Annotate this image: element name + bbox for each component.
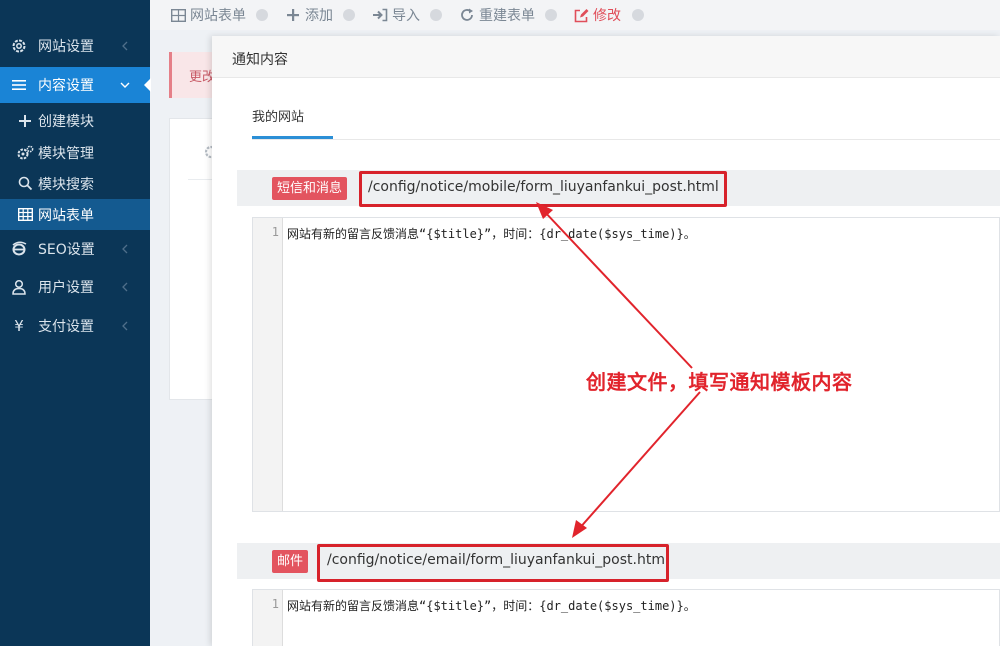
sidebar-item-label: 用户设置 (38, 280, 94, 296)
sidebar-item-label: 网站设置 (38, 39, 94, 55)
sidebar-item-label: SEO设置 (38, 242, 95, 258)
code-editor-email[interactable]: 1 网站有新的留言反馈消息“{$title}”，时间：{dr_date($sys… (252, 589, 1000, 646)
yen-icon: ¥ (14, 317, 24, 335)
toolbar-label: 修改 (593, 8, 621, 24)
plus-icon (16, 112, 34, 130)
section-badge: 邮件 (272, 550, 309, 573)
edit-button[interactable]: 修改 (573, 4, 621, 26)
rebuild-form-button[interactable]: 重建表单 (459, 4, 535, 26)
highlight-box (359, 171, 727, 207)
code-line: 网站有新的留言反馈消息“{$title}”，时间：{dr_date($sys_t… (287, 599, 696, 613)
import-button[interactable]: 导入 (372, 4, 420, 26)
dialog-header: 通知内容 (212, 36, 1000, 78)
add-button[interactable]: 添加 (285, 4, 333, 26)
code-line: 网站有新的留言反馈消息“{$title}”，时间：{dr_date($sys_t… (287, 227, 696, 241)
sidebar-subitem-create-module[interactable]: 创建模块 (0, 105, 150, 136)
table-icon (170, 7, 186, 23)
dialog-title: 通知内容 (232, 52, 288, 68)
sidebar-item-label: 内容设置 (38, 78, 94, 94)
sidebar-subitem-label: 网站表单 (38, 207, 94, 224)
line-number: 1 (271, 225, 279, 239)
ie-icon (10, 240, 28, 258)
import-icon (372, 7, 388, 23)
separator-dot (343, 9, 355, 21)
sidebar-subitem-module-manage[interactable]: 模块管理 (0, 137, 150, 168)
separator-dot (632, 9, 644, 21)
separator-dot (256, 9, 268, 21)
toolbar-label: 网站表单 (190, 8, 246, 24)
line-gutter: 1 (253, 590, 283, 646)
separator-dot (430, 9, 442, 21)
line-gutter: 1 (253, 218, 283, 511)
chevron-left-icon (122, 282, 128, 292)
sidebar-subitem-label: 模块搜索 (38, 176, 94, 193)
sidebar-subitem-module-search[interactable]: 模块搜索 (0, 168, 150, 199)
tab-site-forms[interactable]: 网站表单 (170, 4, 246, 26)
separator-dot (545, 9, 557, 21)
top-toolbar: 网站表单 添加 导入 重建表单 修改 (150, 0, 1000, 30)
chevron-left-icon (122, 41, 128, 51)
sidebar: 网站设置 内容设置 创建模块 模块管理 模块搜索 网站表单 SEO设置 用户设置… (0, 0, 151, 646)
user-icon (10, 278, 28, 296)
gear-icon (10, 37, 28, 55)
search-icon (16, 175, 34, 193)
sidebar-item-seo-settings[interactable]: SEO设置 (0, 231, 150, 267)
sidebar-item-site-settings[interactable]: 网站设置 (0, 28, 150, 64)
sidebar-subitem-label: 创建模块 (38, 113, 94, 130)
refresh-icon (459, 7, 475, 23)
highlight-box (317, 544, 669, 582)
sidebar-subitem-site-forms[interactable]: 网站表单 (0, 199, 150, 230)
sidebar-item-label: 支付设置 (38, 319, 94, 335)
annotation-label: 创建文件，填写通知模板内容 (586, 370, 853, 394)
sidebar-item-content-settings[interactable]: 内容设置 (0, 67, 151, 103)
menu-icon (10, 76, 28, 94)
sidebar-item-user-settings[interactable]: 用户设置 (0, 269, 150, 305)
code-editor-sms[interactable]: 1 网站有新的留言反馈消息“{$title}”，时间：{dr_date($sys… (252, 217, 1000, 512)
tabs-divider (252, 139, 1000, 140)
sidebar-item-payment-settings[interactable]: ¥ 支付设置 (0, 308, 150, 344)
chevron-left-icon (122, 321, 128, 331)
tab-my-site[interactable]: 我的网站 (252, 106, 304, 125)
line-number: 1 (271, 597, 279, 611)
chevron-left-icon (122, 244, 128, 254)
toolbar-label: 添加 (305, 8, 333, 24)
toolbar-label: 导入 (392, 8, 420, 24)
edit-icon (573, 7, 589, 23)
table-icon (16, 206, 34, 224)
plus-icon (285, 7, 301, 23)
chevron-down-icon (120, 82, 130, 88)
notice-content-dialog: 通知内容 我的网站 短信和消息 /config/notice/mobile/fo… (212, 36, 1000, 646)
section-badge: 短信和消息 (272, 177, 348, 200)
toolbar-label: 重建表单 (479, 8, 535, 24)
sidebar-subitem-label: 模块管理 (38, 145, 94, 162)
cogs-icon (16, 144, 34, 162)
